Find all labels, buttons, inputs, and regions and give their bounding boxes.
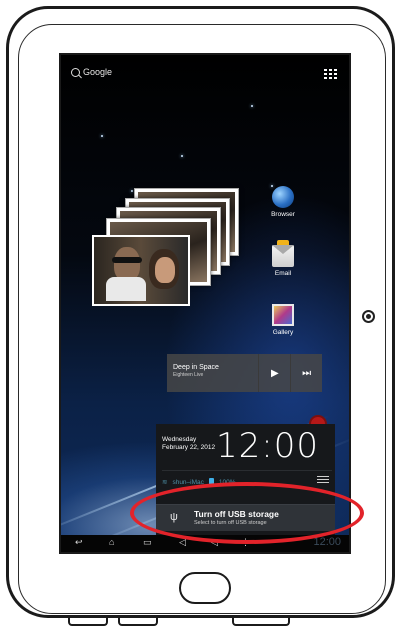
weekday: Wednesday — [162, 436, 197, 443]
panel-clock: 12:00 — [216, 426, 319, 466]
home-hardware-button[interactable] — [179, 572, 231, 604]
home-button[interactable]: ⌂ — [109, 537, 114, 547]
play-button[interactable]: ▶ — [258, 354, 290, 392]
shortcut-label: Browser — [271, 211, 295, 218]
recent-apps-button[interactable]: ▭ — [143, 537, 152, 548]
envelope-icon — [272, 240, 294, 267]
gallery-icon — [272, 304, 294, 326]
next-track-button[interactable]: ⏭ — [290, 354, 322, 392]
device-foot — [118, 618, 158, 626]
google-search-bar[interactable]: Google — [71, 67, 112, 77]
person-face — [114, 247, 140, 281]
back-button[interactable]: ↩ — [75, 537, 83, 548]
email-shortcut[interactable]: Email — [263, 240, 303, 277]
search-label: Google — [83, 67, 113, 77]
gallery-shortcut[interactable]: Gallery — [263, 304, 303, 336]
globe-icon — [272, 186, 294, 208]
browser-shortcut[interactable]: Browser — [263, 186, 303, 218]
shirt — [106, 277, 146, 301]
star — [251, 105, 253, 107]
track-info: Deep in Space Eighteen Live — [167, 354, 258, 392]
sunglasses — [112, 257, 142, 263]
front-camera-icon — [362, 310, 375, 323]
all-apps-grid-icon[interactable] — [324, 69, 337, 79]
status-clock: 12:00 — [313, 536, 341, 548]
track-title: Deep in Space — [173, 364, 219, 371]
shortcut-label: Email — [274, 270, 292, 277]
photo-front — [92, 235, 190, 306]
music-widget[interactable]: Deep in Space Eighteen Live ▶ ⏭ — [167, 354, 322, 392]
wifi-icon: ≋ — [162, 479, 168, 486]
device-foot — [232, 618, 290, 626]
quick-settings-icon[interactable] — [317, 474, 329, 483]
device-foot — [68, 618, 108, 626]
search-icon — [71, 67, 80, 77]
date-block: Wednesday February 22, 2012 — [162, 436, 215, 452]
date: February 22, 2012 — [162, 444, 216, 451]
star — [101, 135, 103, 137]
shortcut-label: Gallery — [272, 329, 294, 336]
highlight-ellipse — [130, 482, 364, 544]
track-artist: Eighteen Live — [173, 372, 204, 378]
star — [181, 155, 183, 157]
person-face — [155, 257, 175, 283]
star — [131, 190, 133, 192]
tablet-screen: Google Browser Email Gallery Deep in Spa… — [59, 53, 351, 554]
